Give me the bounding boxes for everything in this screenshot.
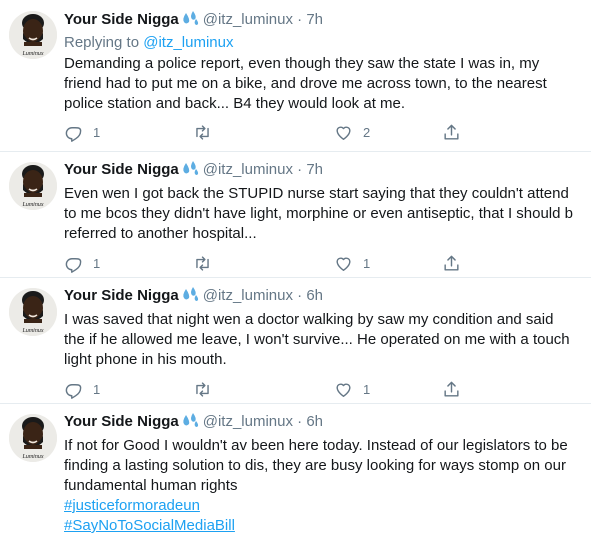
retweet-icon (196, 125, 209, 140)
sweat-droplets-icon (181, 287, 199, 309)
tweet-time[interactable]: 6h (306, 413, 323, 430)
tweet-time[interactable]: 7h (306, 161, 323, 178)
tweet-body: If not for Good I wouldn't av been here … (64, 437, 568, 494)
avatar[interactable]: Luminux (9, 414, 57, 462)
avatar[interactable]: Luminux (9, 162, 57, 210)
tweet-actions: 1 1 (64, 380, 575, 400)
share-icon (444, 381, 459, 397)
reply-icon (65, 384, 82, 399)
avatar-caption: Luminux (22, 454, 44, 460)
share-icon (444, 124, 459, 140)
tweet-2[interactable]: Luminux Your Side Nigga @itz_luminux · 7… (0, 152, 591, 278)
share-button[interactable] (442, 123, 461, 142)
avatar-caption: Luminux (22, 202, 44, 208)
tweet-text: I was saved that night wen a doctor walk… (64, 310, 575, 370)
share-icon (444, 255, 459, 271)
sweat-droplets-icon (181, 11, 199, 33)
tweet-text: If not for Good I wouldn't av been here … (64, 436, 575, 536)
author-handle[interactable]: @itz_luminux (203, 413, 293, 430)
reply-count: 1 (93, 125, 101, 140)
like-count: 1 (363, 256, 371, 271)
share-button[interactable] (442, 254, 461, 273)
retweet-button[interactable] (193, 254, 212, 273)
reply-button[interactable]: 1 (64, 380, 100, 399)
like-count: 1 (363, 382, 371, 397)
reply-icon (65, 127, 82, 142)
avatar[interactable]: Luminux (9, 11, 57, 59)
hashtag-link[interactable]: #SayNoToSocialMediaBill (64, 516, 575, 536)
like-button[interactable]: 1 (334, 380, 370, 399)
separator-dot: · (293, 413, 307, 430)
reply-count: 1 (93, 382, 101, 397)
avatar-photo: Luminux (9, 288, 57, 336)
tweet-text: Demanding a police report, even though t… (64, 54, 575, 114)
author-handle[interactable]: @itz_luminux (203, 11, 293, 28)
avatar-caption: Luminux (22, 328, 44, 334)
separator-dot: · (293, 11, 307, 28)
replying-to-link[interactable]: @itz_luminux (143, 34, 233, 51)
author-name[interactable]: Your Side Nigga (64, 161, 179, 178)
like-count: 2 (363, 125, 371, 140)
tweet-3[interactable]: Luminux Your Side Nigga @itz_luminux · 6… (0, 278, 591, 404)
author-name[interactable]: Your Side Nigga (64, 287, 179, 304)
author-handle[interactable]: @itz_luminux (203, 161, 293, 178)
tweet-header: Your Side Nigga @itz_luminux · 6h (64, 286, 575, 309)
like-icon (336, 383, 351, 397)
avatar-caption: Luminux (22, 51, 44, 57)
reply-button[interactable]: 1 (64, 254, 100, 273)
retweet-icon (196, 256, 209, 271)
tweet-header: Your Side Nigga @itz_luminux · 7h (64, 160, 575, 183)
replying-to-label: Replying to (64, 34, 144, 51)
avatar-photo: Luminux (9, 11, 57, 59)
like-button[interactable]: 1 (334, 254, 370, 273)
retweet-icon (196, 382, 209, 397)
tweet-4[interactable]: Luminux Your Side Nigga @itz_luminux · 6… (0, 404, 591, 536)
avatar-photo: Luminux (9, 414, 57, 462)
tweet-body: Demanding a police report, even though t… (64, 55, 547, 112)
author-name[interactable]: Your Side Nigga (64, 11, 179, 28)
avatar-photo: Luminux (9, 162, 57, 210)
separator-dot: · (293, 287, 307, 304)
sweat-droplets-icon (181, 413, 199, 435)
separator-dot: · (293, 161, 307, 178)
author-name[interactable]: Your Side Nigga (64, 413, 179, 430)
like-button[interactable]: 2 (334, 123, 370, 142)
tweet-time[interactable]: 6h (306, 287, 323, 304)
sweat-droplets-icon (181, 161, 199, 183)
avatar[interactable]: Luminux (9, 288, 57, 336)
retweet-button[interactable] (193, 380, 212, 399)
like-icon (336, 257, 351, 271)
retweet-button[interactable] (193, 123, 212, 142)
tweet-1[interactable]: Luminux Your Side Nigga @itz_luminux · 7… (0, 0, 591, 152)
tweet-header: Your Side Nigga @itz_luminux · 7h (64, 10, 575, 33)
reply-button[interactable]: 1 (64, 123, 100, 142)
reply-icon (65, 258, 82, 273)
tweet-actions: 1 2 (64, 123, 575, 143)
replying-to: Replying to @itz_luminux (64, 33, 575, 53)
author-handle[interactable]: @itz_luminux (203, 287, 293, 304)
tweet-header: Your Side Nigga @itz_luminux · 6h (64, 412, 575, 435)
share-button[interactable] (442, 380, 461, 399)
tweet-body: Even wen I got back the STUPID nurse sta… (64, 185, 573, 242)
tweet-time[interactable]: 7h (306, 11, 323, 28)
hashtag-link[interactable]: #justiceformoradeun (64, 496, 575, 516)
reply-count: 1 (93, 256, 101, 271)
tweet-text: Even wen I got back the STUPID nurse sta… (64, 184, 575, 244)
tweet-body: I was saved that night wen a doctor walk… (64, 311, 570, 368)
tweet-actions: 1 1 (64, 254, 575, 274)
like-icon (336, 126, 351, 140)
